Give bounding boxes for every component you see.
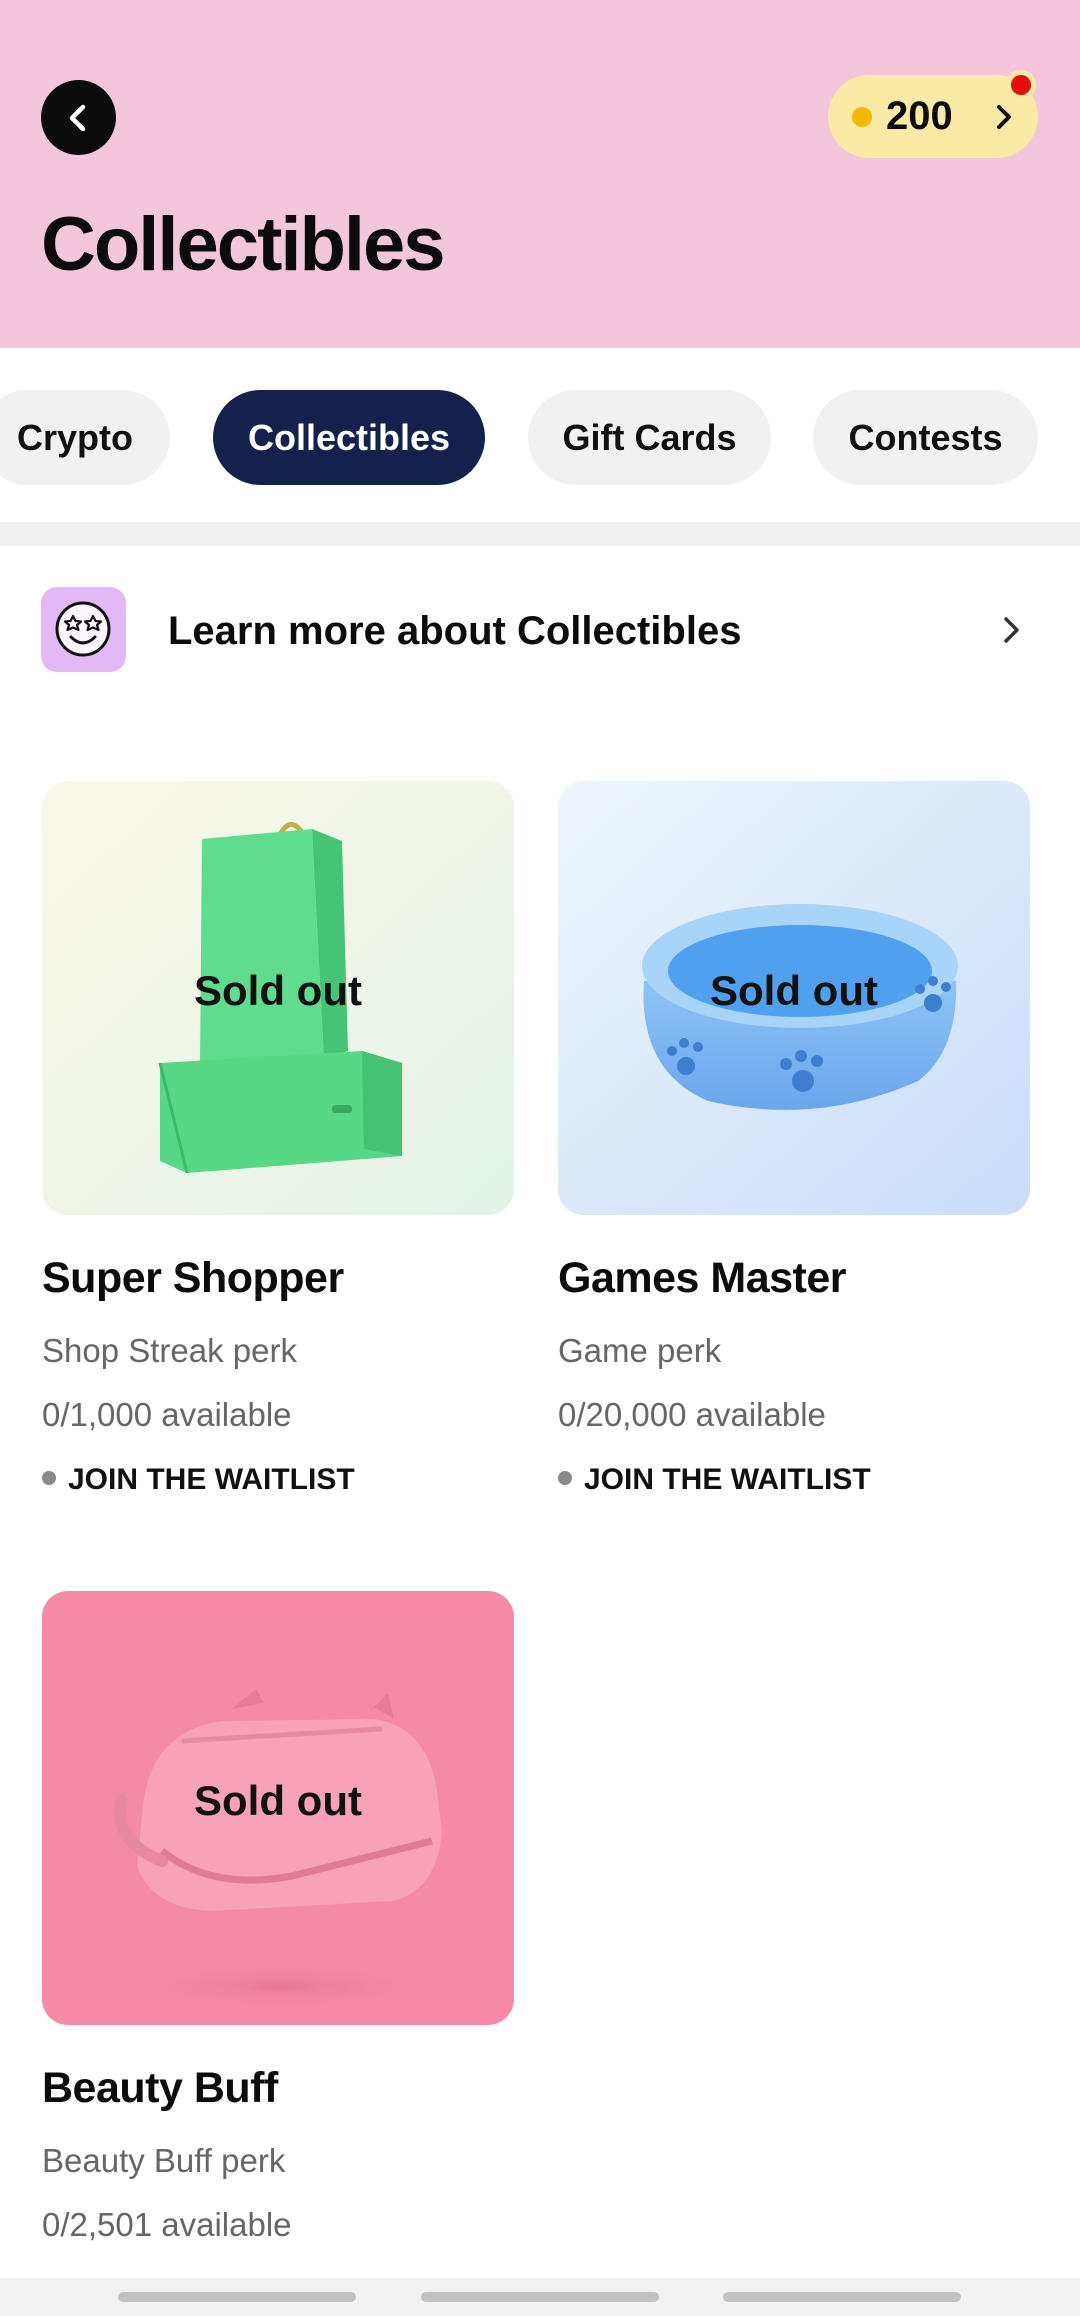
chevron-right-icon [997, 105, 1011, 129]
tab-crypto[interactable]: Crypto [0, 390, 170, 485]
nav-handle[interactable] [723, 2292, 961, 2302]
star-eyes-face-icon [41, 587, 126, 672]
collectible-title: Games Master [558, 1254, 847, 1302]
join-waitlist-link[interactable]: JOIN THE WAITLIST [558, 1462, 871, 1498]
join-waitlist-link[interactable]: JOIN THE WAITLIST [42, 1462, 355, 1498]
waitlist-label: JOIN THE WAITLIST [584, 1463, 871, 1496]
collectible-availability: 0/20,000 available [558, 1396, 826, 1433]
sold-out-label: Sold out [194, 967, 362, 1014]
collectible-availability: 0/2,501 available [42, 2206, 292, 2243]
collectible-card-games-master[interactable]: Sold out [558, 781, 1030, 1215]
collectible-card-super-shopper[interactable]: Sold out [42, 781, 514, 1215]
tab-label: Gift Cards [562, 417, 737, 458]
page-title: Collectibles [41, 202, 446, 287]
notification-dot [1006, 70, 1036, 100]
points-value: 200 [886, 94, 953, 138]
sold-out-label: Sold out [710, 967, 878, 1014]
tab-label: Crypto [17, 417, 133, 458]
bullet-dot [42, 1471, 56, 1486]
collectible-perk: Beauty Buff perk [42, 2142, 286, 2179]
collectible-title: Beauty Buff [42, 2064, 278, 2112]
chevron-right-icon [1004, 617, 1019, 643]
collectible-perk: Game perk [558, 1332, 722, 1369]
bullet-dot [558, 1471, 572, 1486]
collectible-perk: Shop Streak perk [42, 1332, 297, 1369]
chevron-left-icon [69, 104, 86, 132]
system-navigation-bar [0, 2278, 1080, 2316]
section-divider [0, 522, 1080, 546]
learn-more-row[interactable]: Learn more about Collectibles [0, 560, 1080, 700]
tab-contests[interactable]: Contests [813, 390, 1038, 485]
waitlist-label: JOIN THE WAITLIST [68, 1463, 355, 1496]
coin-icon [852, 107, 872, 127]
tab-label: Collectibles [247, 417, 451, 458]
nav-handle[interactable] [118, 2292, 356, 2302]
collectible-availability: 0/1,000 available [42, 1396, 292, 1433]
collectible-title: Super Shopper [42, 1254, 344, 1302]
learn-more-label: Learn more about Collectibles [168, 609, 742, 653]
nav-handle[interactable] [421, 2292, 659, 2302]
page-header: 200 Collectibles [0, 0, 1080, 348]
tab-collectibles[interactable]: Collectibles [213, 390, 485, 485]
collectible-card-beauty-buff[interactable]: Sold out [42, 1591, 514, 2025]
tab-gift-cards[interactable]: Gift Cards [528, 390, 771, 485]
back-button[interactable] [41, 80, 116, 155]
tab-label: Contests [848, 417, 1003, 458]
sold-out-label: Sold out [194, 1777, 362, 1824]
